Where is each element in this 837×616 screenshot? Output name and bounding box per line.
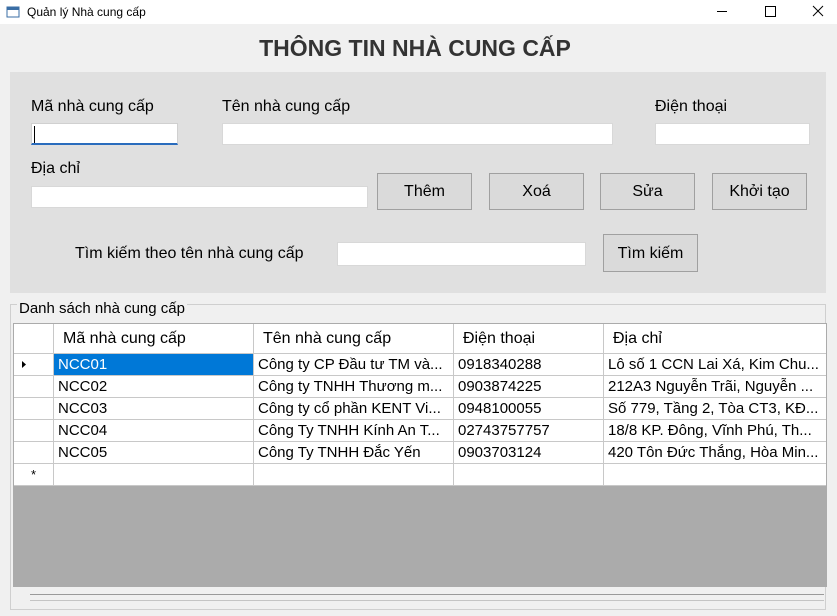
add-button[interactable]: Thêm xyxy=(377,173,472,210)
supplier-grid[interactable]: Mã nhà cung cấp Tên nhà cung cấp Điện th… xyxy=(13,323,827,587)
row-header[interactable] xyxy=(14,354,54,376)
close-icon xyxy=(812,5,824,17)
cell-name[interactable]: Công ty TNHH Thương m... xyxy=(254,376,454,398)
row-header[interactable] xyxy=(14,376,54,398)
cell-phone[interactable] xyxy=(454,464,604,486)
supplier-name-label: Tên nhà cung cấp xyxy=(222,98,351,115)
cell-phone[interactable]: 0903874225 xyxy=(454,376,604,398)
column-header-address[interactable]: Địa chỉ xyxy=(604,324,826,354)
cell-code[interactable]: NCC04 xyxy=(54,420,254,442)
cell-name[interactable]: Công ty CP Đầu tư TM và... xyxy=(254,354,454,376)
text-caret xyxy=(34,126,35,143)
delete-button[interactable]: Xoá xyxy=(489,173,584,210)
page-title: THÔNG TIN NHÀ CUNG CẤP xyxy=(259,35,571,61)
search-input[interactable] xyxy=(337,242,586,266)
app-icon xyxy=(6,6,20,18)
row-pointer-icon xyxy=(22,361,26,368)
column-header-phone[interactable]: Điện thoại xyxy=(454,324,604,354)
cell-phone[interactable]: 02743757757 xyxy=(454,420,604,442)
cell-phone[interactable]: 0918340288 xyxy=(454,354,604,376)
cell-address[interactable]: 420 Tôn Đức Thắng, Hòa Min... xyxy=(604,442,826,464)
maximize-icon xyxy=(765,6,776,17)
cell-code[interactable]: NCC02 xyxy=(54,376,254,398)
new-row-marker[interactable]: * xyxy=(14,464,54,486)
window-title: Quản lý Nhà cung cấp xyxy=(27,5,146,19)
title-bar: Quản lý Nhà cung cấp xyxy=(0,0,837,24)
cell-address[interactable]: 18/8 KP. Đông, Vĩnh Phú, Th... xyxy=(604,420,826,442)
supplier-list-caption: Danh sách nhà cung cấp xyxy=(17,300,187,317)
close-button[interactable] xyxy=(795,0,837,24)
column-header-code[interactable]: Mã nhà cung cấp xyxy=(54,324,254,354)
edit-button[interactable]: Sửa xyxy=(600,173,695,210)
grid-corner-header[interactable] xyxy=(14,324,54,354)
cell-address[interactable]: Lô số 1 CCN Lai Xá, Kim Chu... xyxy=(604,354,826,376)
cell-name[interactable]: Công Ty TNHH Đắc Yến xyxy=(254,442,454,464)
cell-address[interactable]: 212A3 Nguyễn Trãi, Nguyễn ... xyxy=(604,376,826,398)
search-label: Tìm kiếm theo tên nhà cung cấp xyxy=(75,245,304,262)
cell-phone[interactable]: 0903703124 xyxy=(454,442,604,464)
row-header[interactable] xyxy=(14,442,54,464)
cell-address[interactable]: Số 779, Tầng 2, Tòa CT3, KĐ... xyxy=(604,398,826,420)
maximize-button[interactable] xyxy=(747,0,793,24)
reset-button[interactable]: Khởi tạo xyxy=(712,173,807,210)
cell-name[interactable] xyxy=(254,464,454,486)
scrollbar-edge xyxy=(30,600,824,601)
horizontal-scrollbar[interactable] xyxy=(30,594,824,595)
supplier-code-input[interactable] xyxy=(31,123,178,145)
minimize-button[interactable] xyxy=(699,0,745,24)
minimize-icon xyxy=(717,11,727,12)
cell-code[interactable]: NCC01 xyxy=(54,354,254,376)
supplier-name-input[interactable] xyxy=(222,123,613,145)
cell-code[interactable]: NCC05 xyxy=(54,442,254,464)
cell-phone[interactable]: 0948100055 xyxy=(454,398,604,420)
phone-label: Điện thoại xyxy=(655,98,728,115)
cell-address[interactable] xyxy=(604,464,826,486)
column-header-name[interactable]: Tên nhà cung cấp xyxy=(254,324,454,354)
cell-name[interactable]: Công ty cổ phần KENT Vi... xyxy=(254,398,454,420)
cell-code[interactable]: NCC03 xyxy=(54,398,254,420)
address-label: Địa chỉ xyxy=(31,160,80,177)
search-button[interactable]: Tìm kiếm xyxy=(603,234,698,272)
row-header[interactable] xyxy=(14,398,54,420)
cell-code[interactable] xyxy=(54,464,254,486)
phone-input[interactable] xyxy=(655,123,810,145)
supplier-code-label: Mã nhà cung cấp xyxy=(31,98,154,115)
row-header[interactable] xyxy=(14,420,54,442)
address-input[interactable] xyxy=(31,186,368,208)
cell-name[interactable]: Công Ty TNHH Kính An T... xyxy=(254,420,454,442)
